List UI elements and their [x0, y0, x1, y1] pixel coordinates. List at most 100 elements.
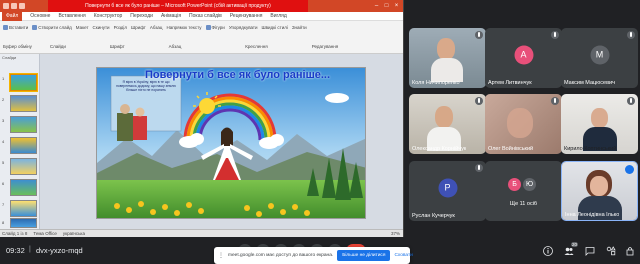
- tab-animations[interactable]: Анімація: [161, 13, 181, 19]
- participant-tile[interactable]: A Артем Литвинчук: [485, 28, 562, 88]
- separator: |: [29, 246, 31, 253]
- current-slide[interactable]: Повернути б все як було раніше... Я вірю…: [96, 67, 366, 219]
- participant-tile[interactable]: Коля Ничипоренко: [409, 28, 486, 88]
- meeting-clock: 09:32: [6, 246, 25, 255]
- thumb-number: 2: [2, 97, 5, 102]
- participant-tile[interactable]: Олександр Корнійчук: [409, 94, 486, 154]
- slide-caption: Я вірю в Україну, вірю в те що повернемо…: [116, 80, 176, 93]
- ribbon-reset[interactable]: Скинути: [93, 25, 110, 30]
- thumb-number: 4: [2, 139, 5, 144]
- mic-off-icon: [627, 97, 635, 105]
- participants-count: 20: [570, 242, 578, 247]
- participant-tile[interactable]: Олег Войнівський: [485, 94, 562, 154]
- ppt-window-title: Повернути б все як було раніше – Microso…: [48, 0, 308, 12]
- avatar: Ю: [523, 178, 536, 191]
- people-button[interactable]: 20: [563, 242, 578, 257]
- ribbon-find[interactable]: Знайти: [292, 25, 307, 30]
- mic-off-icon: [475, 164, 483, 172]
- mic-off-icon: [627, 31, 635, 39]
- info-icon: [543, 246, 553, 256]
- maximize-icon[interactable]: □: [382, 2, 391, 10]
- host-controls-button[interactable]: [624, 245, 636, 257]
- ribbon-shapes[interactable]: Фігури: [205, 25, 225, 30]
- chat-icon: [585, 247, 595, 256]
- quick-access-toolbar[interactable]: [0, 3, 25, 9]
- speaking-indicator-icon: [625, 165, 634, 174]
- activities-button[interactable]: [605, 245, 617, 257]
- participant-tile[interactable]: Інна Леонідівна Ілько: [561, 161, 638, 221]
- tab-home[interactable]: Основне: [30, 13, 50, 19]
- participant-name: Олександр Корнійчук: [412, 146, 467, 152]
- tab-design[interactable]: Конструктор: [94, 13, 123, 19]
- thumb-number: 5: [2, 160, 5, 165]
- zoom-level[interactable]: 37%: [391, 231, 403, 236]
- ribbon-section[interactable]: Розділ: [114, 25, 127, 30]
- shapes-icon: [606, 246, 616, 256]
- participant-tile[interactable]: M Максим Мацюсевич: [561, 28, 638, 88]
- tab-review[interactable]: Рецензування: [230, 13, 263, 19]
- ppt-ribbon-tabs: Файл Основне Вставлення Конструктор Пере…: [0, 11, 403, 21]
- participant-tile[interactable]: Кирило Коптинський: [561, 94, 638, 154]
- ribbon-new-slide[interactable]: Створити слайд: [32, 25, 72, 30]
- tab-insert[interactable]: Вставлення: [58, 13, 85, 19]
- stop-sharing-button[interactable]: Більше не ділитися: [337, 250, 391, 261]
- mic-off-icon: [475, 31, 483, 39]
- hide-notice-button[interactable]: Сховати: [394, 253, 412, 258]
- avatar: M: [590, 45, 609, 65]
- thumb-number: 8: [2, 220, 5, 225]
- participant-name: Інна Леонідівна Ілько: [565, 212, 620, 218]
- participant-name: Коля Ничипоренко: [412, 80, 460, 86]
- tab-view[interactable]: Вигляд: [270, 13, 286, 19]
- thumb-number: 7: [2, 202, 5, 207]
- screen-share-text: meet.google.com має доступ до вашого екр…: [228, 253, 334, 258]
- participant-tile[interactable]: P Руслан Кучерчук: [409, 161, 486, 221]
- language[interactable]: українська: [63, 231, 85, 236]
- slide-thumbnail-6[interactable]: [10, 179, 37, 196]
- drag-handle-icon[interactable]: ⋮: [218, 252, 224, 259]
- slide-thumbnail-4[interactable]: [10, 137, 37, 154]
- slide-thumbnail-5[interactable]: [10, 158, 37, 175]
- info-button[interactable]: [542, 245, 554, 257]
- slide-counter: Слайд 1 із 8: [2, 231, 28, 236]
- participant-name: Артем Литвинчук: [488, 80, 532, 86]
- tab-slideshow[interactable]: Показ слайдів: [189, 13, 222, 19]
- ribbon-paragraph[interactable]: Абзац: [150, 25, 163, 30]
- chat-button[interactable]: [584, 245, 596, 257]
- ribbon-arrange[interactable]: Упорядкувати: [229, 25, 258, 30]
- participant-name: Кирило Коптинський: [564, 146, 617, 152]
- more-participants-label: Ще 11 осіб: [509, 201, 538, 207]
- tab-transitions[interactable]: Переходи: [130, 13, 153, 19]
- thumb-number: 1: [2, 76, 5, 81]
- slide-title: Повернути б все як було раніше...: [145, 69, 331, 81]
- slide-thumbnail-7[interactable]: [10, 200, 37, 217]
- participant-name: Руслан Кучерчук: [412, 213, 455, 219]
- slide-thumbnail-1[interactable]: [10, 74, 37, 91]
- thumb-number: 6: [2, 181, 5, 186]
- ppt-statusbar: Слайд 1 із 8 Тема Office українська 37%: [0, 229, 403, 237]
- ppt-ribbon: Вставити Створити слайд Макет Скинути Ро…: [0, 21, 403, 54]
- meeting-code: dvx-yxzo-mqd: [36, 246, 83, 255]
- close-icon[interactable]: ×: [392, 2, 401, 10]
- powerpoint-window[interactable]: Повернути б все як було раніше – Microso…: [0, 0, 404, 237]
- thumb-number: 3: [2, 118, 5, 123]
- group-paragraph: Абзац: [168, 44, 182, 49]
- avatar: A: [514, 45, 533, 65]
- ribbon-paste[interactable]: Вставити: [3, 25, 28, 30]
- slide-thumbnail-3[interactable]: [10, 116, 37, 133]
- slide-thumbnail-2[interactable]: [10, 95, 37, 112]
- mic-off-icon: [551, 97, 559, 105]
- ribbon-text-direction[interactable]: Напрямок тексту: [166, 25, 201, 30]
- ribbon-layout[interactable]: Макет: [76, 25, 89, 30]
- screen-share-notice: ⋮ meet.google.com має доступ до вашого е…: [214, 247, 413, 264]
- minimize-icon[interactable]: –: [372, 2, 381, 10]
- more-participants-tile[interactable]: Б Ю Ще 11 осіб: [485, 161, 562, 221]
- group-font: Шрифт: [109, 44, 125, 49]
- slide-thumbnails-panel[interactable]: Слайди 1 2 3 4 5 6 7 8: [0, 54, 40, 229]
- ribbon-quick-styles[interactable]: Швидкі стилі: [262, 25, 288, 30]
- tab-file[interactable]: Файл: [2, 11, 23, 21]
- slide-thumbnail-8[interactable]: [10, 218, 37, 228]
- participant-name: Максим Мацюсевич: [564, 80, 615, 86]
- group-drawing: Креслення: [245, 44, 268, 49]
- thumbnails-tab[interactable]: Слайди: [0, 54, 39, 61]
- ribbon-font[interactable]: Шрифт: [131, 25, 146, 30]
